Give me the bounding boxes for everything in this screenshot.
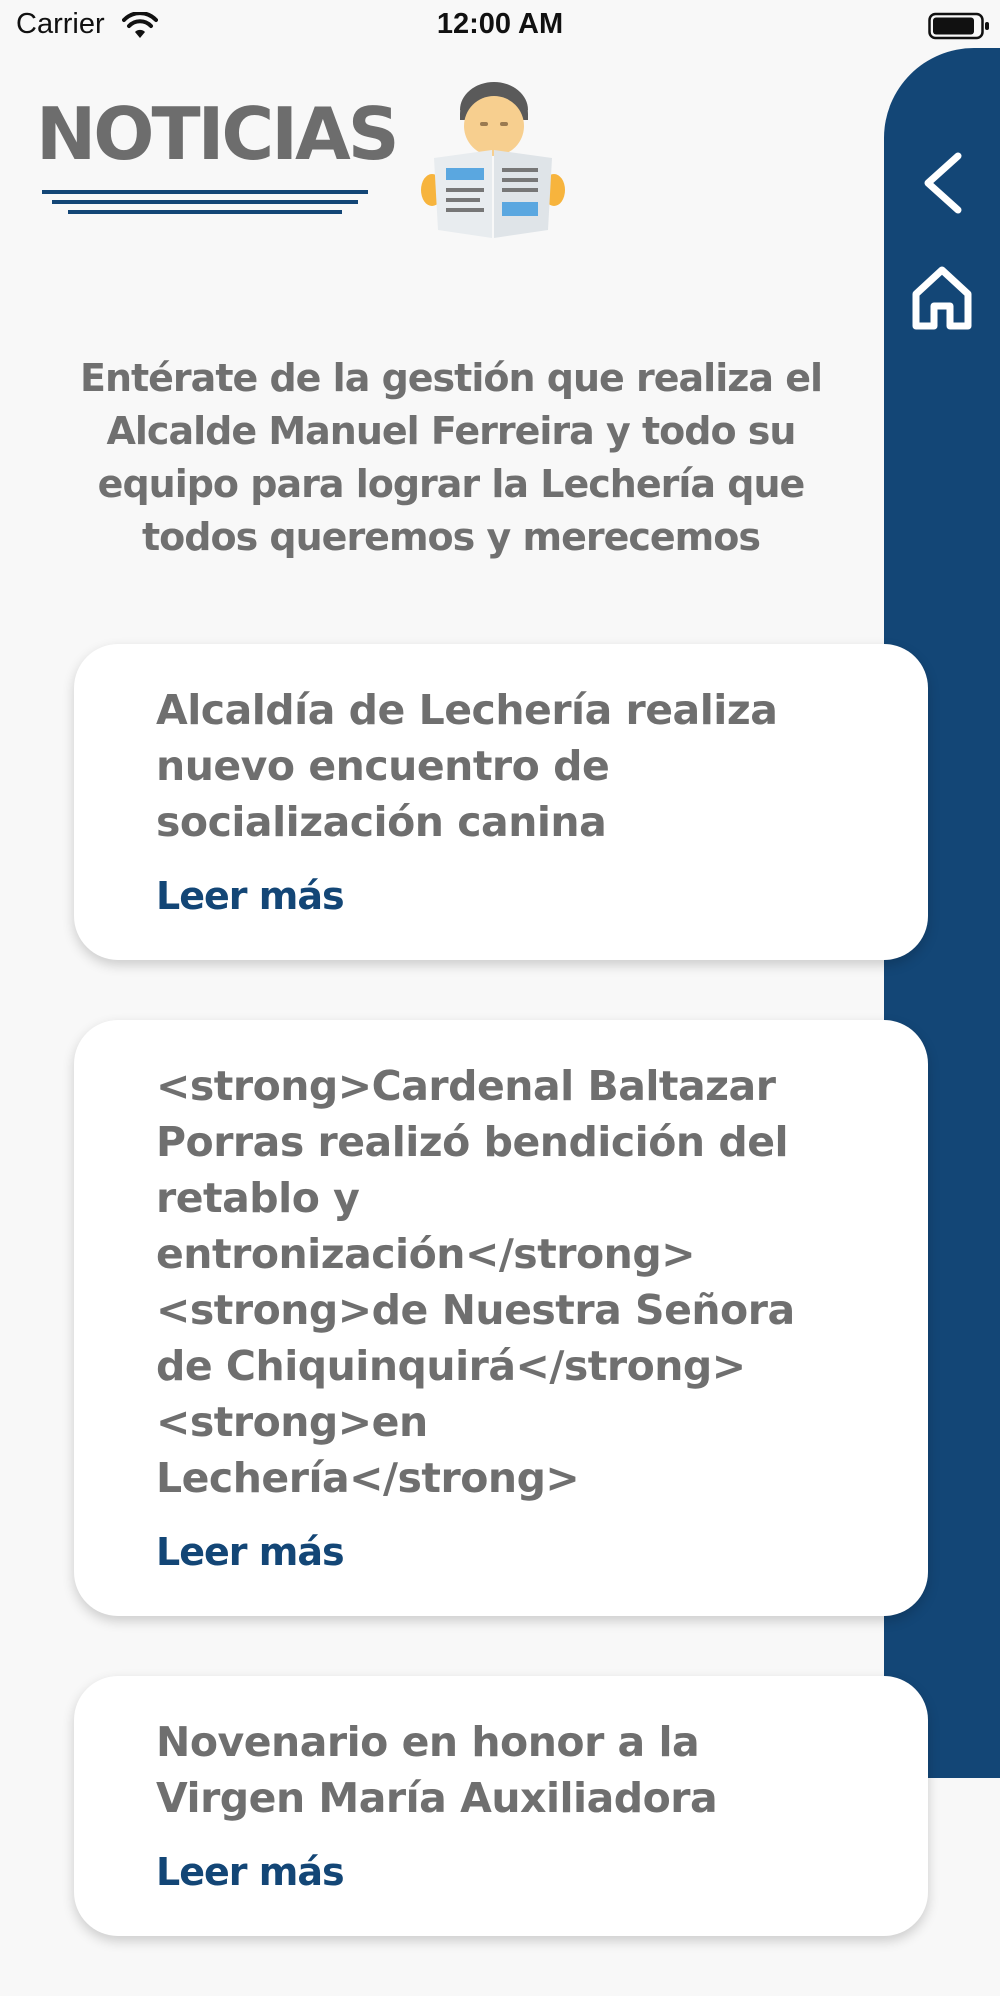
- news-card[interactable]: Novenario en honor a la Virgen María Aux…: [74, 1676, 928, 1936]
- read-more-link[interactable]: Leer más: [156, 1530, 345, 1574]
- news-list: Alcaldía de Lechería realiza nuevo encue…: [74, 644, 928, 1996]
- news-card-title: Alcaldía de Lechería realiza nuevo encue…: [156, 686, 778, 846]
- status-bar: Carrier 12:00 AM: [0, 0, 1000, 50]
- battery-icon: [928, 12, 989, 40]
- page-title: NOTICIAS: [36, 92, 400, 176]
- news-card[interactable]: <strong>Cardenal Baltazar Porras realizó…: [74, 1020, 928, 1616]
- news-card-title: <strong>Cardenal Baltazar Porras realizó…: [156, 1062, 795, 1502]
- intro-text: Entérate de la gestión que realiza el Al…: [79, 356, 823, 559]
- newspaper-reader-icon: [421, 82, 565, 238]
- chevron-left-icon[interactable]: [918, 150, 968, 216]
- title-underline-decoration: [42, 190, 368, 214]
- news-card-title: Novenario en honor a la Virgen María Aux…: [156, 1718, 718, 1822]
- news-card[interactable]: Alcaldía de Lechería realiza nuevo encue…: [74, 644, 928, 960]
- read-more-link[interactable]: Leer más: [156, 874, 345, 918]
- status-time: 12:00 AM: [436, 8, 564, 40]
- read-more-link[interactable]: Leer más: [156, 1850, 345, 1894]
- home-icon[interactable]: [910, 264, 974, 332]
